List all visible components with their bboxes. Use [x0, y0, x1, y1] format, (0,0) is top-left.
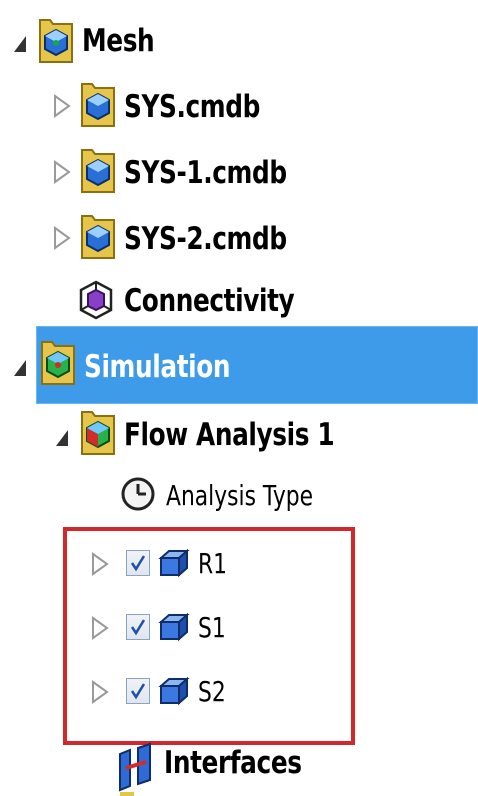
tree-node-sys-2-cmdb[interactable]: SYS-2.cmdb: [0, 208, 478, 272]
connectivity-icon: [79, 280, 113, 320]
cmdb-folder-icon: [81, 83, 115, 127]
cmdb-folder-icon: [81, 215, 115, 259]
tree-node-connectivity[interactable]: Connectivity: [0, 270, 478, 334]
analysis-folder-icon: [81, 411, 115, 455]
cmdb-folder-icon: [81, 149, 115, 193]
expanded-arrow-icon[interactable]: [52, 426, 72, 450]
clock-icon: [121, 477, 155, 511]
tree-label-flow-analysis: Flow Analysis 1: [124, 417, 335, 453]
annotation-highlight-box: [63, 527, 355, 745]
tree-label-interfaces: Interfaces: [164, 745, 302, 781]
tree-node-sys-cmdb[interactable]: SYS.cmdb: [0, 76, 478, 140]
tree-label-mesh: Mesh: [82, 23, 155, 59]
tree-label-connectivity: Connectivity: [124, 283, 295, 319]
tree-node-flow-analysis[interactable]: Flow Analysis 1: [0, 404, 478, 468]
expanded-arrow-icon[interactable]: [10, 32, 30, 56]
tree-label-sys-1-cmdb: SYS-1.cmdb: [124, 155, 287, 191]
tree-label-sys-cmdb: SYS.cmdb: [124, 89, 260, 125]
tree-node-mesh[interactable]: Mesh: [0, 10, 478, 74]
tree-label-simulation: Simulation: [84, 349, 231, 385]
tree-label-sys-2-cmdb: SYS-2.cmdb: [124, 221, 287, 257]
expanded-arrow-icon[interactable]: [10, 356, 30, 380]
tree-node-interfaces[interactable]: Interfaces: [0, 732, 478, 796]
collapsed-arrow-icon[interactable]: [52, 226, 72, 250]
collapsed-arrow-icon[interactable]: [52, 160, 72, 184]
simulation-folder-icon: [41, 341, 75, 385]
collapsed-arrow-icon[interactable]: [52, 94, 72, 118]
mesh-folder-icon: [39, 19, 73, 63]
project-tree: Mesh SYS.cmdb SYS-1.cmdb SYS-2.cmdb Conn…: [0, 0, 478, 796]
tree-node-sys-1-cmdb[interactable]: SYS-1.cmdb: [0, 142, 478, 206]
tree-label-analysis-type: Analysis Type: [166, 479, 314, 512]
tree-node-analysis-type[interactable]: Analysis Type: [0, 466, 478, 530]
interfaces-icon: [119, 742, 151, 796]
tree-node-simulation[interactable]: Simulation: [0, 334, 478, 398]
